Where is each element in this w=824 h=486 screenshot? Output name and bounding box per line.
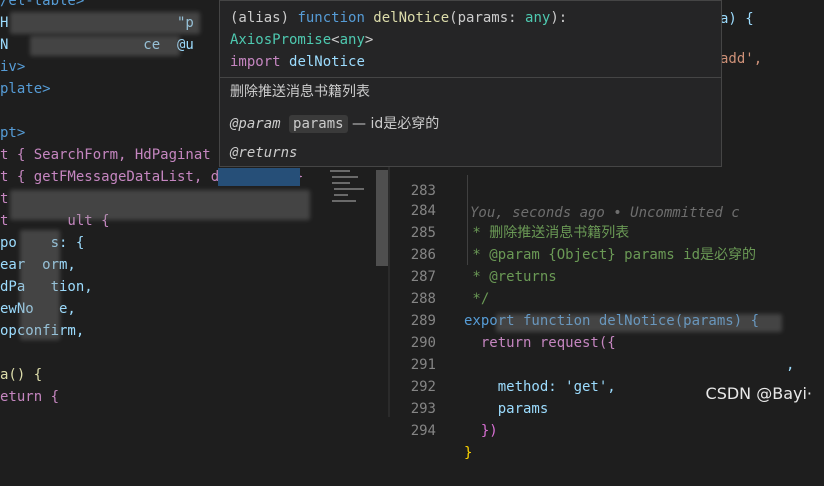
- signature-end: ):: [550, 10, 568, 26]
- code-line[interactable]: 286 * @returns: [390, 222, 824, 285]
- code-line[interactable]: a() {: [0, 364, 42, 386]
- right-code-block[interactable]: 283 You, seconds ago • Uncommitted c 284…: [390, 158, 824, 461]
- import-line: import delNotice: [220, 51, 721, 73]
- tooltip-param: @param params — id是必穿的: [230, 113, 439, 133]
- minimap[interactable]: [330, 160, 378, 280]
- function-name: delNotice: [373, 10, 450, 26]
- code-text: plate>: [0, 81, 51, 97]
- import-keyword: import: [230, 54, 290, 70]
- function-keyword: function: [297, 10, 374, 26]
- tooltip-separator: [220, 77, 721, 78]
- code-text: t { SearchForm, HdPaginat: [0, 147, 211, 163]
- param-name: params: [289, 115, 348, 133]
- param-description: — id是必穿的: [347, 116, 440, 132]
- word-highlight: [218, 168, 300, 186]
- code-line[interactable]: eturn {: [0, 386, 59, 408]
- code-line[interactable]: 284 * 删除推送消息书籍列表: [390, 178, 824, 241]
- alias-label: (alias): [230, 10, 298, 26]
- code-text: eturn {: [0, 389, 60, 405]
- import-name: delNotice: [289, 54, 365, 70]
- return-type: AxiosPromise: [230, 32, 332, 48]
- code-text: a() {: [0, 367, 43, 383]
- code-line[interactable]: 285 * @param {Object} params id是必穿的: [390, 200, 824, 263]
- code-line[interactable]: /el-table>: [0, 0, 84, 12]
- code-line[interactable]: 291 method: 'get',: [390, 332, 824, 395]
- code-text: a) {: [720, 11, 754, 27]
- blurred-region: [30, 36, 180, 56]
- params-text: (params:: [449, 10, 526, 26]
- code-text: /el-table>: [0, 0, 85, 9]
- code-line[interactable]: add',: [720, 48, 762, 70]
- blurred-region: [496, 314, 782, 332]
- code-line[interactable]: a) {: [720, 8, 754, 30]
- generic-type: any: [339, 32, 365, 48]
- return-type-line: AxiosPromise<any>: [220, 29, 721, 51]
- code-text: }: [464, 445, 473, 461]
- code-line[interactable]: pt>: [0, 122, 25, 144]
- blurred-region: [20, 230, 60, 340]
- hover-tooltip: (alias) function delNotice(params: any):…: [219, 0, 722, 167]
- scrollbar-thumb[interactable]: [376, 170, 388, 266]
- blurred-region: [10, 190, 310, 220]
- code-text: t: [0, 191, 9, 207]
- blurred-region: [10, 12, 200, 34]
- code-text: }): [464, 423, 498, 439]
- code-line[interactable]: 292 params: [390, 354, 824, 417]
- line-number: 294: [410, 423, 436, 439]
- signature-line: (alias) function delNotice(params: any):: [220, 1, 721, 29]
- watermark: CSDN @Bayi·: [705, 384, 812, 403]
- code-text: pt>: [0, 125, 26, 141]
- generic-open: <: [331, 32, 340, 48]
- code-line[interactable]: 287 */: [390, 244, 824, 307]
- param-tag: @param: [230, 116, 281, 132]
- code-text: add',: [720, 51, 763, 67]
- code-line[interactable]: plate>: [0, 78, 51, 100]
- code-line[interactable]: t: [0, 188, 8, 210]
- tooltip-returns: @returns: [230, 145, 298, 161]
- code-line[interactable]: t { SearchForm, HdPaginat: [0, 144, 211, 166]
- param-type: any: [525, 10, 551, 26]
- code-line[interactable]: iv>: [0, 56, 25, 78]
- code-line[interactable]: 288 export function delNotice(params) {: [390, 266, 824, 329]
- generic-close: >: [364, 32, 374, 48]
- code-line[interactable]: 289 return request({: [390, 288, 824, 351]
- code-text: iv>: [0, 59, 26, 75]
- tooltip-description: 删除推送消息书籍列表: [230, 84, 370, 100]
